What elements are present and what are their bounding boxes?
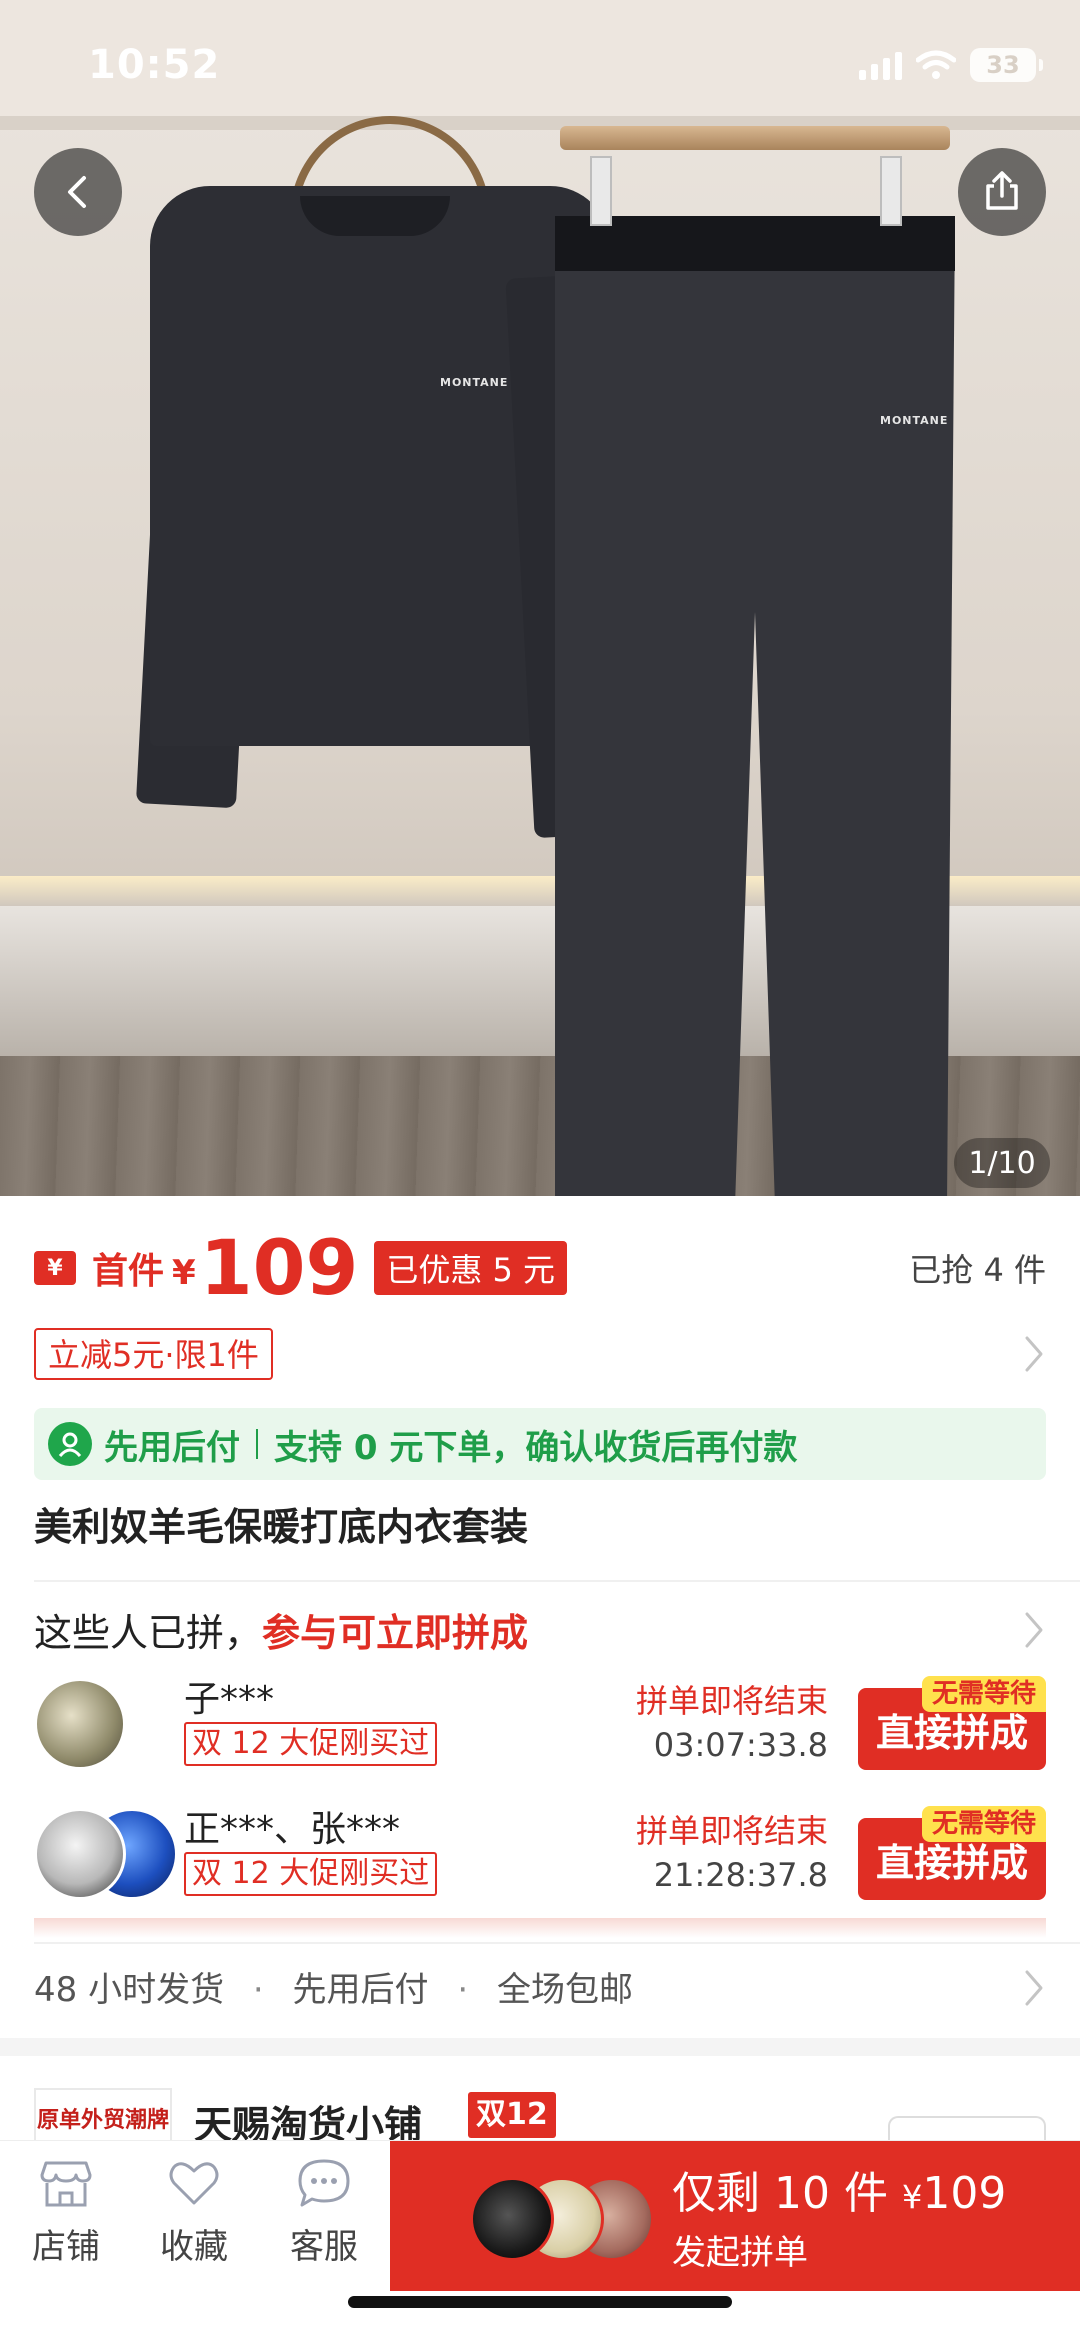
group-buy-header[interactable]: 这些人已拼，参与可立即拼成 xyxy=(34,1602,528,1657)
price-amount: 109 xyxy=(199,1223,359,1312)
paylater-title: 先用后付 xyxy=(104,1427,240,1468)
price-label: 首件 xyxy=(92,1251,165,1292)
favorite-label: 收藏 xyxy=(160,2227,228,2267)
wifi-icon xyxy=(916,50,956,79)
group-member-name: 子*** xyxy=(184,1679,275,1720)
avatar xyxy=(34,1678,126,1770)
group-status: 拼单即将结束 xyxy=(635,1812,828,1850)
service-item: 48 小时发货 xyxy=(34,1970,225,2010)
dot-separator: · xyxy=(457,1970,469,2010)
share-icon xyxy=(986,171,1018,210)
favorite-nav-button[interactable]: 收藏 xyxy=(134,2157,254,2268)
coupon-icon: ¥ xyxy=(34,1251,76,1285)
chevron-right-icon xyxy=(1025,1336,1043,1372)
buy-button-top: 仅剩 10 件 ¥109 xyxy=(672,2157,1006,2221)
hanger xyxy=(560,126,950,150)
group-timer: 03:07:33.8 xyxy=(653,1726,828,1764)
dot-separator: · xyxy=(252,1970,264,2010)
group-buy-row: 子*** 双 12 大促刚买过 拼单即将结束 03:07:33.8 直接拼成 无… xyxy=(34,1670,1046,1780)
no-wait-tag: 无需等待 xyxy=(921,1676,1046,1712)
status-bar: 10:52 33 xyxy=(0,0,1080,116)
chevron-right-icon[interactable] xyxy=(1022,1968,1046,2008)
product-image-gallery[interactable]: MONTANE MONTANE xyxy=(0,116,1080,1196)
no-wait-tag: 无需等待 xyxy=(921,1806,1046,1842)
promo-row[interactable]: 立减5元·限1件 xyxy=(34,1328,1046,1380)
join-group-button[interactable]: 直接拼成 无需等待 xyxy=(858,1806,1046,1900)
product-title: 美利奴羊毛保暖打底内衣套装 xyxy=(34,1505,529,1549)
price-row: ¥ 首件 ¥ 109 已优惠 5 元 已抢 4 件 xyxy=(34,1226,1046,1310)
chevron-right-icon[interactable] xyxy=(1022,1610,1046,1650)
buy-currency: ¥ xyxy=(901,2178,923,2216)
group-status: 拼单即将结束 xyxy=(635,1682,828,1720)
shop-badge: 双12 xyxy=(468,2092,556,2138)
chat-icon xyxy=(298,2159,350,2207)
status-time: 10:52 xyxy=(88,42,221,88)
paylater-icon xyxy=(48,1422,92,1466)
battery-icon: 33 xyxy=(970,48,1043,82)
price-currency: ¥ xyxy=(172,1253,196,1293)
heart-icon xyxy=(169,2162,219,2205)
shop-row[interactable]: 原单外贸潮牌 天赐淘货小铺 双12 xyxy=(34,2088,1046,2156)
status-icons: 33 xyxy=(859,48,1043,82)
service-item: 先用后付 xyxy=(292,1970,429,2010)
sold-count: 已抢 4 件 xyxy=(909,1251,1046,1289)
buy-button-label: 发起拼单 xyxy=(672,2233,808,2273)
back-arrow-icon xyxy=(68,176,86,208)
group-list-fade xyxy=(34,1918,1046,1938)
service-label: 客服 xyxy=(290,2227,358,2267)
stock-left: 仅剩 10 件 xyxy=(672,2168,888,2219)
group-member-name: 正***、张*** xyxy=(184,1809,401,1850)
group-timer: 21:28:37.8 xyxy=(653,1856,828,1894)
paylater-description: 支持 0 元下单，确认收货后再付款 xyxy=(274,1427,798,1468)
group-buy-row: 正***、张*** 双 12 大促刚买过 拼单即将结束 21:28:37.8 直… xyxy=(34,1800,1046,1910)
group-member-tag: 双 12 大促刚买过 xyxy=(184,1852,438,1896)
join-group-button[interactable]: 直接拼成 无需等待 xyxy=(858,1676,1046,1770)
store-label: 店铺 xyxy=(32,2227,100,2267)
divider xyxy=(34,1580,1080,1582)
discount-badge: 已优惠 5 元 xyxy=(374,1241,568,1295)
divider xyxy=(34,1942,1080,1944)
store-icon xyxy=(40,2161,92,2207)
brand-logo: MONTANE xyxy=(440,376,509,389)
group-buy-header-text: 这些人已拼， xyxy=(34,1611,263,1655)
avatar xyxy=(470,2177,554,2261)
signal-icon xyxy=(859,50,902,80)
section-gap xyxy=(0,2038,1080,2056)
service-item: 全场包邮 xyxy=(496,1970,633,2010)
home-indicator xyxy=(348,2296,732,2308)
divider xyxy=(256,1429,258,1459)
buy-price: 109 xyxy=(922,2168,1007,2219)
image-counter: 1/10 xyxy=(954,1138,1050,1188)
avatar xyxy=(34,1808,126,1900)
share-button[interactable] xyxy=(958,148,1046,236)
brand-logo: MONTANE xyxy=(880,414,949,427)
store-nav-button[interactable]: 店铺 xyxy=(6,2157,126,2268)
group-member-tag: 双 12 大促刚买过 xyxy=(184,1722,438,1766)
shop-logo: 原单外贸潮牌 xyxy=(34,2088,172,2148)
start-group-buy-button[interactable]: 仅剩 10 件 ¥109 发起拼单 xyxy=(390,2141,1080,2291)
group-buy-highlight: 参与可立即拼成 xyxy=(262,1611,529,1655)
service-nav-button[interactable]: 客服 xyxy=(264,2157,384,2268)
service-row[interactable]: 48 小时发货 · 先用后付 · 全场包邮 xyxy=(34,1962,633,2011)
promo-tag: 立减5元·限1件 xyxy=(34,1328,273,1380)
paylater-banner[interactable]: 先用后付 支持 0 元下单，确认收货后再付款 xyxy=(34,1408,1046,1480)
back-button[interactable] xyxy=(34,148,122,236)
